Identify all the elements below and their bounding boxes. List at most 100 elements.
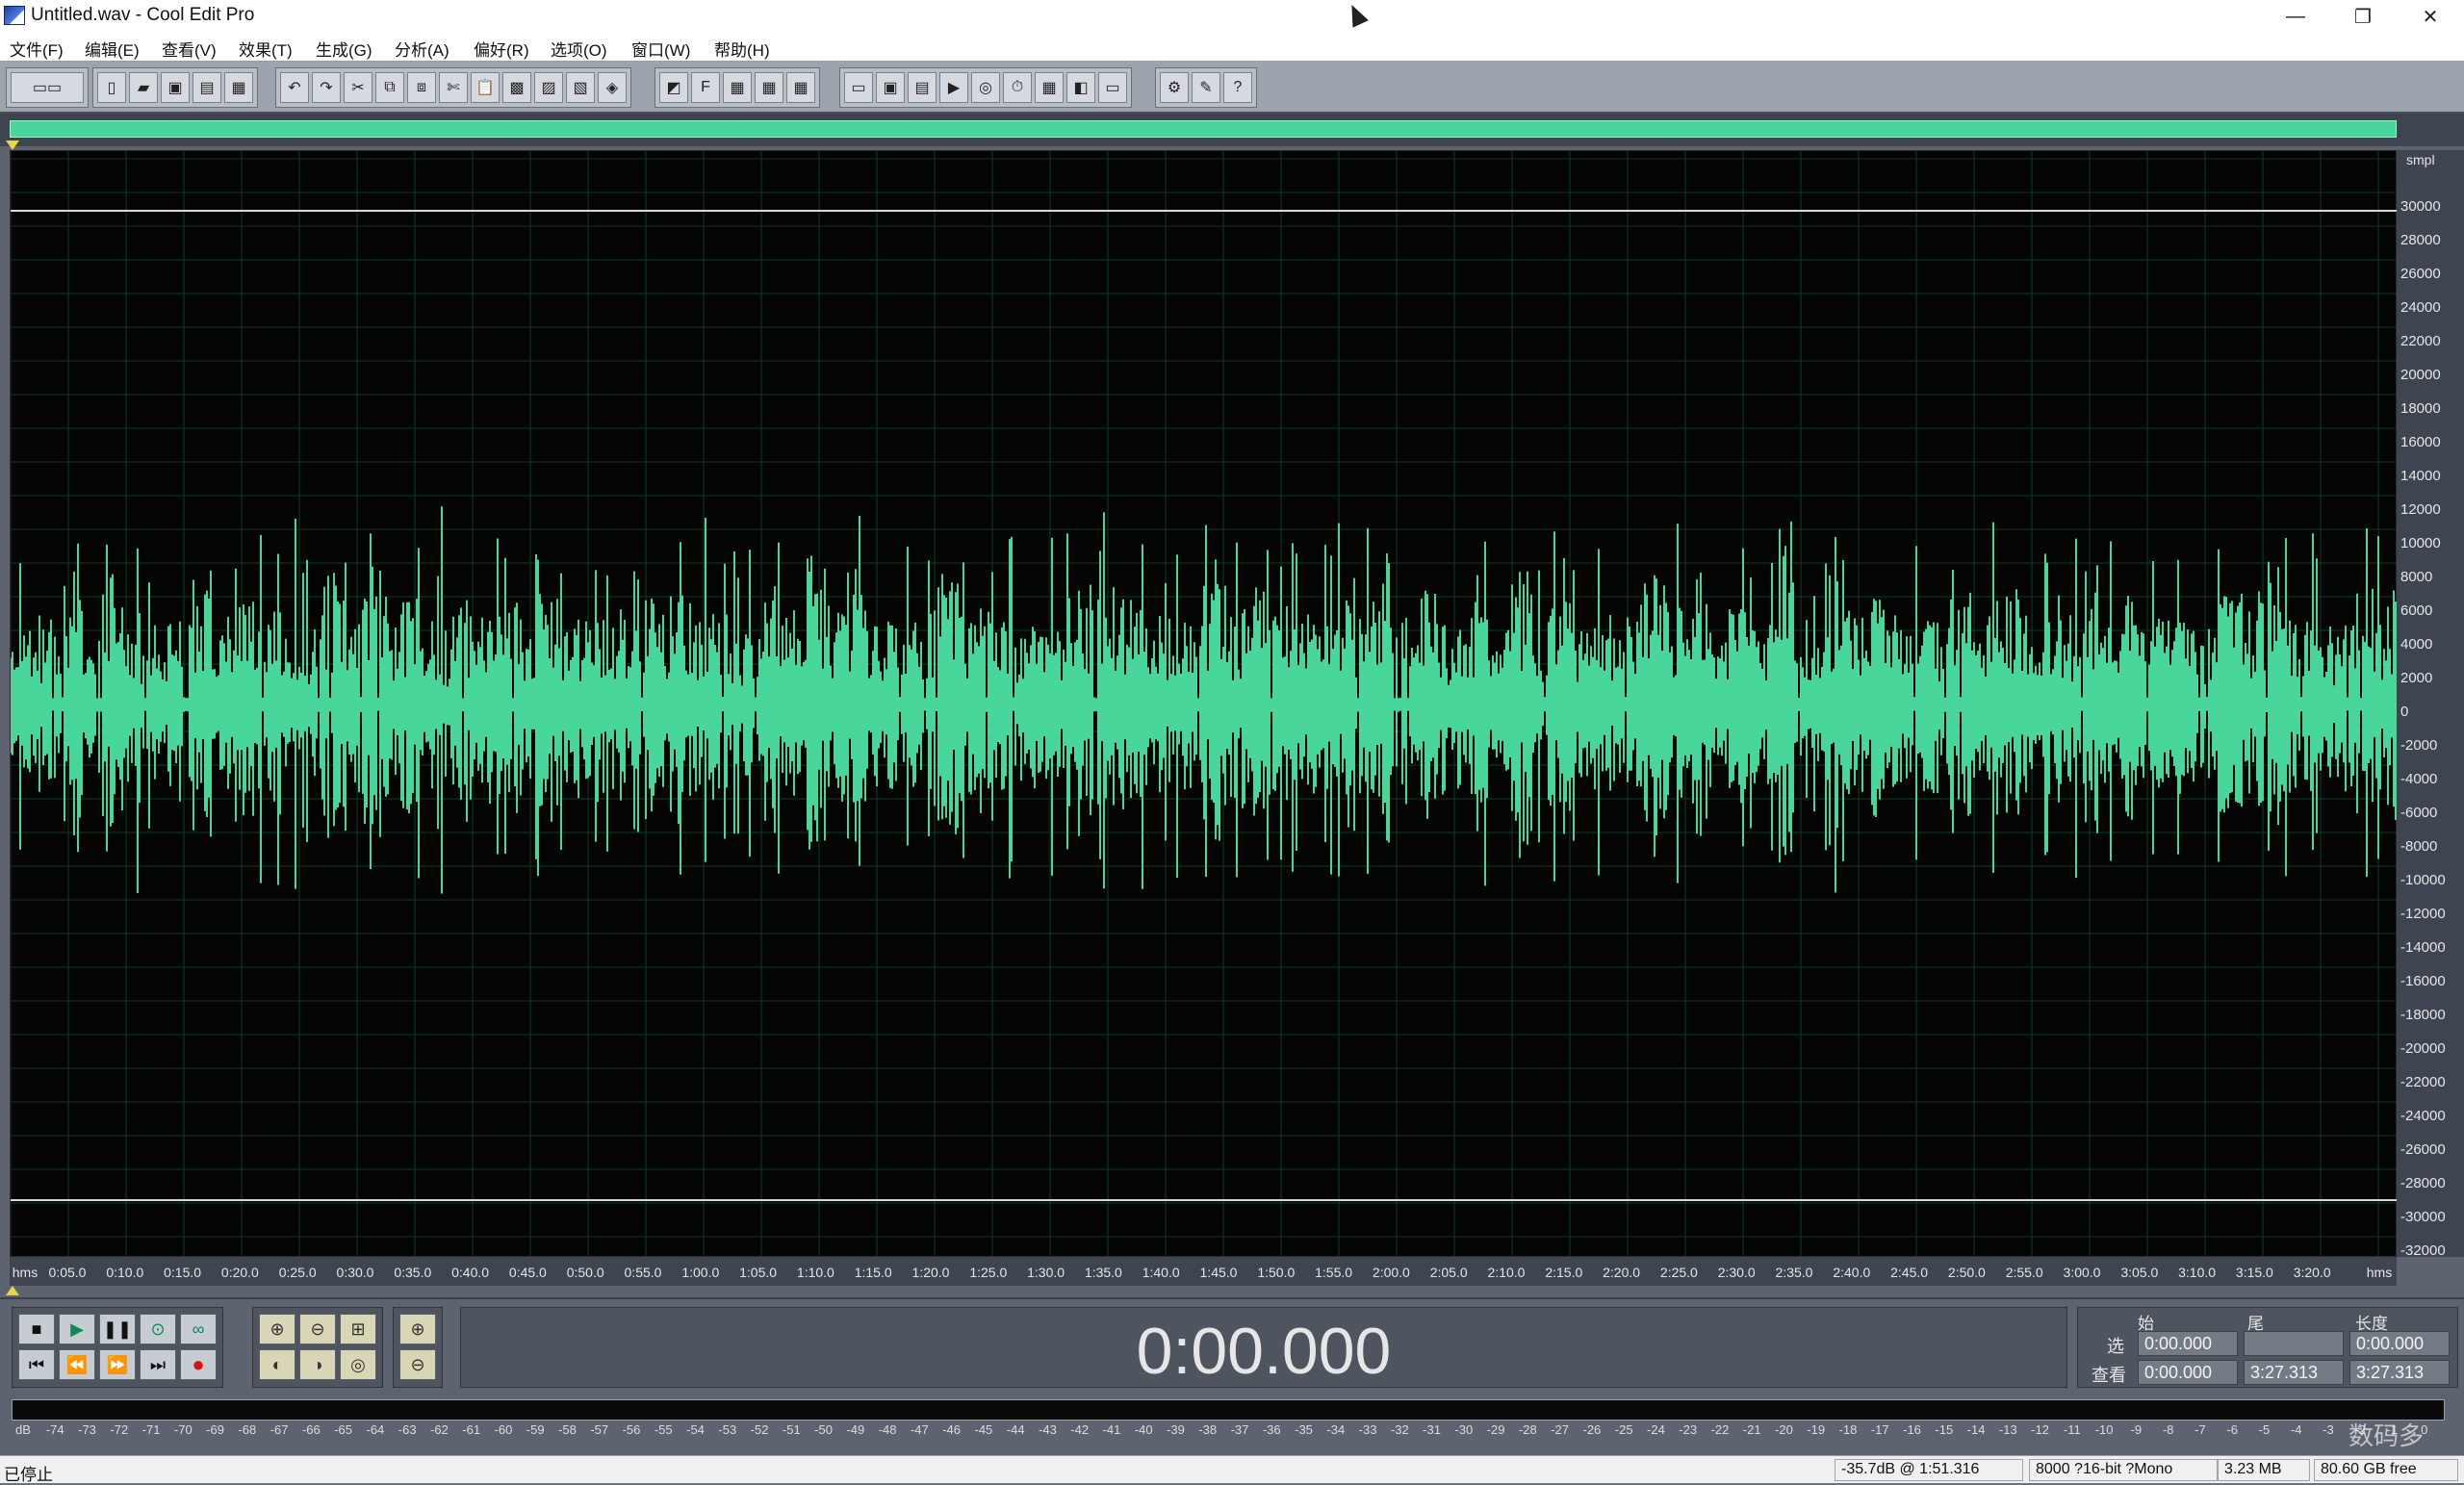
menu-view[interactable]: 查看(V) <box>162 37 217 61</box>
zoom-in-icon[interactable]: ⊕ <box>259 1314 295 1344</box>
grid-2-icon[interactable]: ▦ <box>755 72 783 103</box>
grid-3-icon[interactable]: ▦ <box>786 72 815 103</box>
menu-favorites[interactable]: 偏好(R) <box>474 37 529 61</box>
analyze-icon[interactable]: ◎ <box>971 72 1000 103</box>
meter-tick: -16 <box>1903 1422 1921 1437</box>
rewind-button[interactable]: ⏪ <box>59 1349 95 1380</box>
paste-icon[interactable]: 📋 <box>471 72 500 103</box>
vertical-zoom-in-icon[interactable]: ⊕ <box>399 1314 436 1344</box>
copy-icon[interactable]: ⧉ <box>375 72 404 103</box>
close-button[interactable]: ✕ <box>2397 0 2464 33</box>
view-end-field[interactable]: 3:27.313 <box>2244 1360 2344 1385</box>
menu-effects[interactable]: 效果(T) <box>239 37 293 61</box>
meter-tick: -53 <box>718 1422 737 1437</box>
time-tick: 1:35.0 <box>1084 1265 1122 1280</box>
menu-options[interactable]: 选项(O) <box>551 37 607 61</box>
clipboard-icon[interactable]: ▧ <box>566 72 595 103</box>
waveform-display[interactable] <box>10 150 2398 1258</box>
meter-tick: -8 <box>2162 1422 2174 1437</box>
play-button[interactable]: ▶ <box>59 1314 95 1344</box>
script-icon[interactable]: ✎ <box>1192 72 1220 103</box>
cue-icon[interactable]: ▣ <box>876 72 905 103</box>
amplitude-tick: 24000 <box>2400 299 2441 316</box>
stop-button[interactable]: ■ <box>18 1314 55 1344</box>
trim-icon[interactable]: ✂ <box>344 72 372 103</box>
meter-tick: -37 <box>1230 1422 1249 1437</box>
play-icon[interactable]: ▶ <box>939 72 968 103</box>
paste-new-icon[interactable]: ▩ <box>502 72 531 103</box>
zoom-full-icon[interactable]: ⊞ <box>340 1314 376 1344</box>
play-to-end-button[interactable]: ⊙ <box>140 1314 176 1344</box>
restore-button[interactable]: ❐ <box>2329 0 2397 33</box>
time-tick: 2:30.0 <box>1717 1265 1756 1280</box>
copy-new-icon[interactable]: ⧈ <box>407 72 436 103</box>
record-button[interactable]: ● <box>180 1349 217 1380</box>
vertical-zoom-out-icon[interactable]: ⊖ <box>399 1349 436 1380</box>
grid-1-icon[interactable]: ▦ <box>723 72 752 103</box>
new-file-icon[interactable]: ▯ <box>97 72 126 103</box>
menu-file[interactable]: 文件(F) <box>10 37 64 61</box>
time-tick: 2:15.0 <box>1545 1265 1583 1280</box>
panel-icon[interactable]: ▭ <box>1098 72 1127 103</box>
menu-window[interactable]: 窗口(W) <box>631 37 690 61</box>
overview-bar[interactable] <box>0 114 2464 146</box>
start-marker-icon[interactable] <box>6 141 19 150</box>
redo-icon[interactable]: ↷ <box>312 72 341 103</box>
menu-help[interactable]: 帮助(H) <box>714 37 770 61</box>
waveform-canvas[interactable] <box>11 151 2398 1258</box>
amplitude-tick: 14000 <box>2400 468 2441 484</box>
selection-length-field[interactable]: 0:00.000 <box>2349 1331 2450 1356</box>
zoom-left-icon[interactable]: ◐ <box>259 1349 295 1380</box>
save-as-icon[interactable]: ▤ <box>192 72 221 103</box>
go-to-end-button[interactable]: ⏭ <box>140 1349 176 1380</box>
zoom-right-icon[interactable]: ◑ <box>299 1349 336 1380</box>
time-ruler[interactable]: hms hms 0:05.0 0:10.0 0:15.0 0:20.0 0:25.0 0:… <box>10 1257 2397 1286</box>
spectral-view-icon[interactable]: ◩ <box>659 72 688 103</box>
selection-begin-field[interactable]: 0:00.000 <box>2138 1331 2238 1356</box>
overview-range[interactable] <box>10 120 2397 138</box>
undo-icon[interactable]: ↶ <box>280 72 309 103</box>
meter-tick: -12 <box>2031 1422 2049 1437</box>
time-tick: 2:20.0 <box>1603 1265 1641 1280</box>
multitrack-toggle-button[interactable]: ▭▭ <box>11 72 84 103</box>
time-unit-end: hms <box>2366 1265 2393 1280</box>
pause-button[interactable]: ❚❚ <box>99 1314 136 1344</box>
help-icon[interactable]: ? <box>1223 72 1252 103</box>
open-file-icon[interactable]: ▰ <box>129 72 158 103</box>
save-icon[interactable]: ▣ <box>161 72 190 103</box>
menu-generate[interactable]: 生成(G) <box>316 37 372 61</box>
loop-button[interactable]: ∞ <box>180 1314 217 1344</box>
meter-tick: -36 <box>1262 1422 1281 1437</box>
minimize-button[interactable]: — <box>2262 0 2329 33</box>
go-to-start-button[interactable]: ⏮ <box>18 1349 55 1380</box>
amplitude-tick: 16000 <box>2400 434 2441 450</box>
menu-analyze[interactable]: 分析(A) <box>395 37 449 61</box>
table-icon[interactable]: ▦ <box>1035 72 1064 103</box>
convert-icon[interactable]: ◈ <box>598 72 627 103</box>
end-marker-icon[interactable] <box>6 1286 19 1295</box>
view-length-field[interactable]: 3:27.313 <box>2349 1360 2450 1385</box>
time-icon[interactable]: ⏱ <box>1003 72 1032 103</box>
zoom-selection-icon[interactable]: ◎ <box>340 1349 376 1380</box>
meter-tick: -65 <box>334 1422 353 1437</box>
meter-tick: -67 <box>270 1422 289 1437</box>
meter-tick: -10 <box>2094 1422 2114 1437</box>
settings-icon[interactable]: ⚙ <box>1160 72 1189 103</box>
meter-tick: -18 <box>1838 1422 1858 1437</box>
cut-icon[interactable]: ✄ <box>439 72 468 103</box>
menu-edit[interactable]: 编辑(E) <box>85 37 140 61</box>
frequency-icon[interactable]: F <box>691 72 720 103</box>
play-list-icon[interactable]: ▤ <box>908 72 937 103</box>
toolbar-group-view: ▭▭ <box>6 67 89 108</box>
window-icon[interactable]: ▭ <box>844 72 873 103</box>
meter-tick: -6 <box>2226 1422 2238 1437</box>
zoom-out-icon[interactable]: ⊖ <box>299 1314 336 1344</box>
view-begin-field[interactable]: 0:00.000 <box>2138 1360 2238 1385</box>
fast-forward-button[interactable]: ⏩ <box>99 1349 136 1380</box>
color-icon[interactable]: ◧ <box>1066 72 1095 103</box>
close-file-icon[interactable]: ▦ <box>224 72 253 103</box>
mix-paste-icon[interactable]: ▨ <box>534 72 563 103</box>
meter-tick: -45 <box>974 1422 993 1437</box>
selection-end-field[interactable] <box>2244 1331 2344 1356</box>
meter-tick: -9 <box>2130 1422 2143 1437</box>
